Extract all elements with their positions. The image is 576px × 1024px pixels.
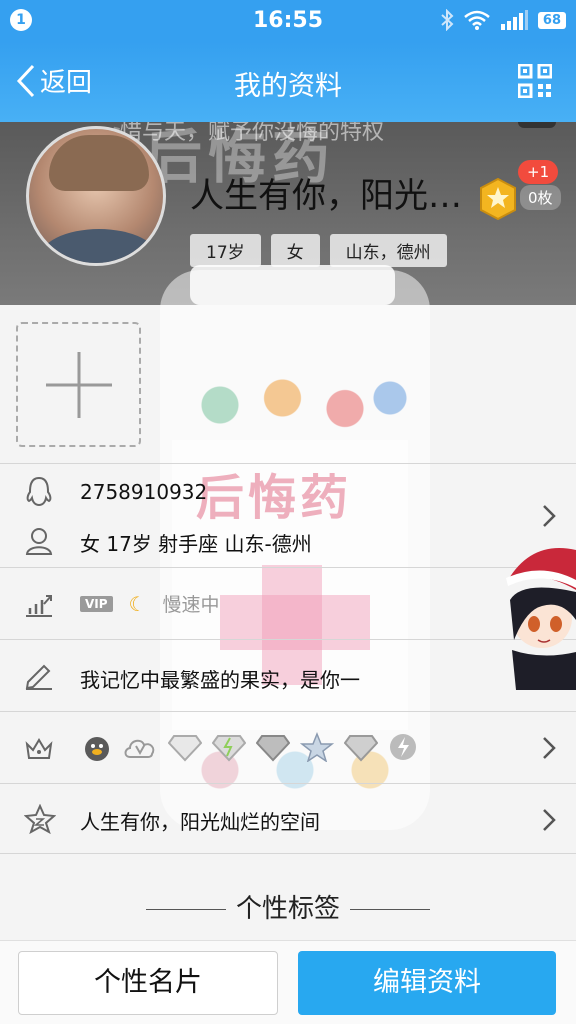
vip-row[interactable]: VIP ☾ 慢速中 [0, 567, 576, 639]
cover-background-subtext: 惜与天，赋予你没悔的特权 [120, 122, 385, 145]
speed-status: 慢速中 [162, 594, 220, 616]
star-medal-icon[interactable] [479, 178, 517, 220]
basic-info-row[interactable]: 2758910932 女 17岁 射手座 山东-德州 [0, 463, 576, 567]
divider [0, 853, 576, 854]
badge-icons [82, 732, 418, 762]
status-bar: 1 16:55 68 [0, 0, 576, 42]
medal-count: 0枚 [520, 185, 561, 210]
divider-line-left [145, 909, 226, 910]
vip-info: VIP ☾ 慢速中 [80, 590, 220, 617]
diamond-lightning-icon [212, 735, 246, 762]
qr-code-icon[interactable] [518, 64, 552, 98]
edit-profile-button[interactable]: 编辑资料 [298, 951, 556, 1015]
person-icon [25, 528, 53, 555]
jelly-beans-top [170, 370, 420, 440]
moon-icon: ☾ [128, 591, 147, 616]
star-badge-icon [300, 732, 334, 762]
status-icons: 68 [440, 9, 566, 31]
bottom-action-bar: 个性名片 编辑资料 [0, 940, 576, 1024]
badges-row[interactable] [0, 711, 576, 783]
plus-icon [46, 352, 112, 418]
avatar[interactable] [26, 126, 166, 266]
diamond-icon [344, 735, 378, 762]
tag-location: 山东，德州 [329, 234, 447, 267]
tag-age: 17岁 [190, 234, 261, 267]
anime-girl-sticker [506, 548, 576, 690]
signature-row[interactable]: 我记忆中最繁盛的果实，是你一 [0, 639, 576, 711]
medal-plus-badge: +1 [518, 160, 559, 184]
page-title: 我的资料 [234, 71, 342, 102]
space-name: 人生有你，阳光灿烂的空间 [80, 810, 320, 834]
tag-gender: 女 [270, 234, 320, 267]
bluetooth-icon [441, 9, 454, 31]
avatar-hair [49, 135, 149, 191]
tag-section-header: 个性标签 [0, 888, 576, 925]
nickname: 人生有你，阳光… [190, 176, 462, 216]
profile-info-list: 2758910932 女 17岁 射手座 山东-德州 VIP ☾ 慢速中 我记忆… [0, 463, 576, 855]
wifi-icon [464, 10, 490, 30]
penguin-badge-icon [85, 737, 109, 761]
chevron-right-icon [543, 737, 556, 759]
signature-text: 我记忆中最繁盛的果实，是你一 [80, 668, 360, 692]
pencil-icon [25, 664, 52, 690]
jar-lid [190, 265, 395, 305]
add-photo-button[interactable] [16, 322, 141, 447]
lightning-circle-icon [390, 734, 416, 760]
profile-tags: 17岁 女 山东，德州 [190, 234, 447, 267]
qq-penguin-icon [26, 476, 52, 507]
avatar-shirt [39, 229, 159, 263]
basic-info-text: 女 17岁 射手座 山东-德州 [80, 532, 312, 556]
cover-tab [518, 122, 556, 128]
qq-number: 2758910932 [80, 480, 208, 504]
battery-indicator: 68 [537, 11, 566, 29]
star-outline-icon [24, 804, 56, 834]
signal-icon [500, 10, 528, 30]
divider-line-right [350, 909, 430, 910]
crown-icon [25, 738, 53, 759]
diamond-icon [168, 735, 202, 762]
chevron-right-icon [543, 505, 556, 527]
space-row[interactable]: 人生有你，阳光灿烂的空间 [0, 783, 576, 855]
level-up-icon [26, 595, 52, 617]
chevron-right-icon [543, 809, 556, 831]
profile-card-button[interactable]: 个性名片 [18, 951, 278, 1015]
title-bar: 返回 我的资料 [0, 42, 576, 122]
vip-badge: VIP [80, 595, 113, 612]
profile-page: 1 16:55 68 返回 我的资料 的后悔药 惜与天，赋予你没悔的特权 后悔药… [0, 0, 576, 1024]
diamond-icon [256, 735, 290, 762]
cloud-v-icon [124, 739, 155, 758]
tag-section-title: 个性标签 [235, 894, 340, 924]
